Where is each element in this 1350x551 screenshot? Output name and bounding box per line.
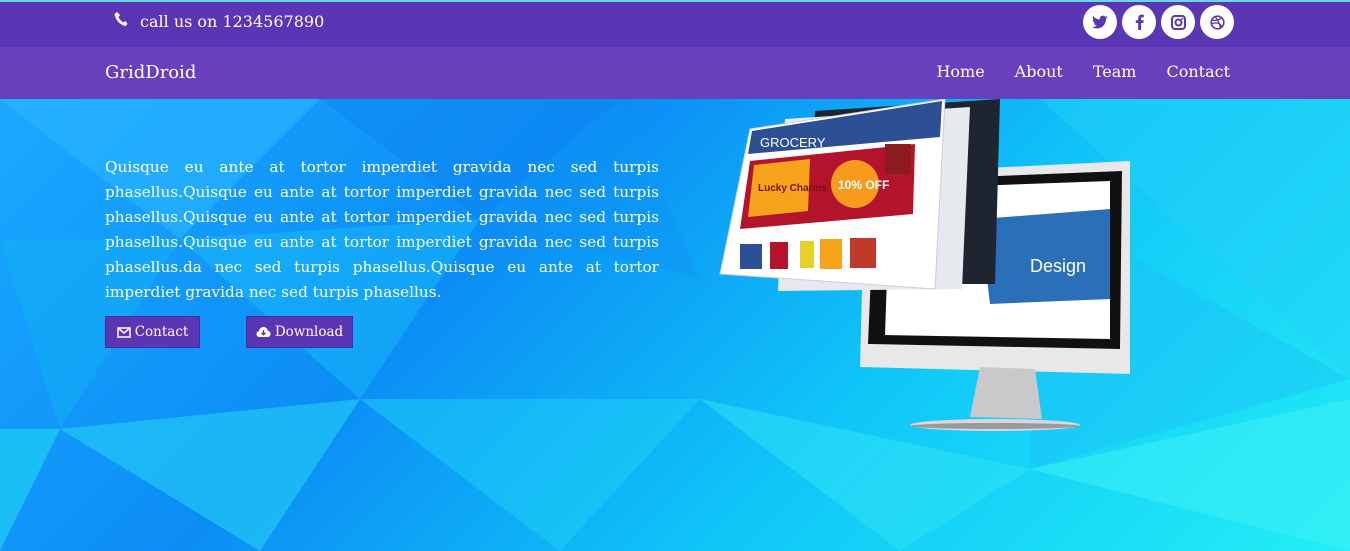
facebook-icon[interactable] (1122, 5, 1156, 39)
monitor-illustration: Design GROCERY Lucky Charms 10% OFF (719, 99, 1130, 431)
download-button[interactable]: Download (246, 316, 353, 348)
nav-team[interactable]: Team (1093, 62, 1137, 81)
social-links (1083, 5, 1234, 39)
envelope-icon (116, 326, 131, 338)
brand-logo[interactable]: GridDroid (105, 62, 196, 83)
phone-contact: call us on 1234567890 (114, 11, 324, 31)
grocery-site-text: GROCERY (760, 135, 826, 150)
phone-text: call us on 1234567890 (140, 11, 325, 31)
twitter-icon[interactable] (1083, 5, 1117, 39)
contact-button[interactable]: Contact (105, 316, 200, 348)
discount-badge: 10% OFF (838, 178, 889, 192)
download-button-label: Download (274, 324, 344, 340)
main-nav: Home About Team Contact (936, 62, 1230, 81)
contact-button-label: Contact (134, 324, 189, 340)
nav-about[interactable]: About (1015, 62, 1063, 81)
top-contact-bar: call us on 1234567890 (0, 0, 1350, 47)
instagram-icon[interactable] (1161, 5, 1195, 39)
lucky-charms-text: Lucky Charms (758, 183, 827, 194)
hero-section: Quisque eu ante at tortor imperdiet grav… (0, 99, 1350, 551)
hero-description: Quisque eu ante at tortor imperdiet grav… (105, 158, 659, 301)
dribbble-icon[interactable] (1200, 5, 1234, 39)
main-navbar: GridDroid Home About Team Contact (0, 47, 1350, 99)
design-text: Design (1030, 256, 1086, 276)
nav-contact[interactable]: Contact (1166, 62, 1230, 81)
nav-home[interactable]: Home (936, 62, 984, 81)
phone-icon (114, 11, 128, 31)
cloud-download-icon (256, 327, 271, 337)
